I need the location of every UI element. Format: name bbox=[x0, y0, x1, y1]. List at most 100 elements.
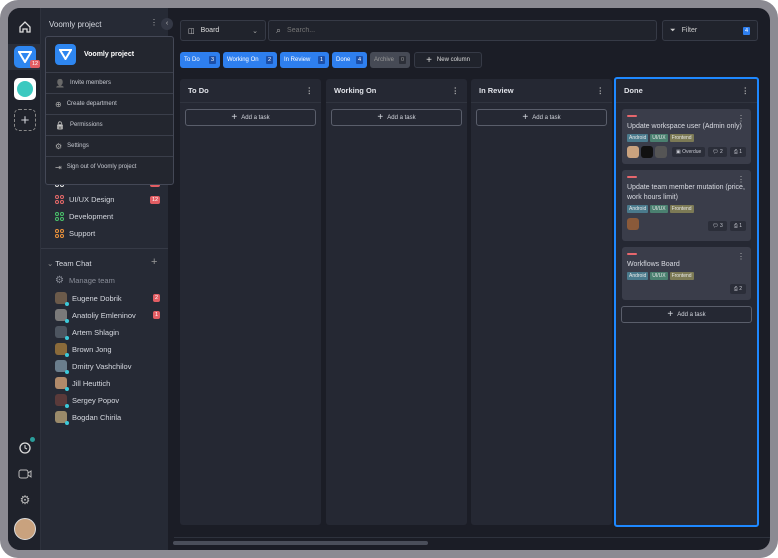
task-card[interactable]: ⋮ Workflows Board Android UI/UX Frontend ⎙ 2 bbox=[622, 247, 751, 300]
board-column: Done ⋮ ⋮ Update workspace user (Admin only)… bbox=[614, 77, 759, 527]
channel-item[interactable]: UI/UX Design bbox=[55, 195, 114, 204]
view-selector[interactable]: ◫ Board ⌄ bbox=[180, 20, 266, 41]
avatar bbox=[627, 218, 639, 230]
filter-button[interactable]: ⏷ Filter 4 bbox=[662, 20, 758, 41]
column-title: In Review bbox=[479, 86, 514, 95]
menu-item[interactable]: ⇥ Sign out of Voomly project bbox=[46, 156, 173, 177]
voomly-logo bbox=[55, 44, 76, 65]
tag: Frontend bbox=[669, 205, 694, 213]
sign-out-icon: ⇥ bbox=[55, 162, 62, 172]
lock-icon: 🔒 bbox=[55, 120, 65, 130]
tag: Frontend bbox=[669, 134, 694, 142]
card-menu-icon[interactable]: ⋮ bbox=[737, 175, 745, 184]
new-column-button[interactable]: + New column bbox=[414, 52, 482, 68]
gear-icon[interactable]: ⚙ bbox=[14, 489, 36, 511]
home-icon[interactable] bbox=[14, 16, 36, 38]
member-item[interactable]: Jill Heuttich bbox=[55, 377, 110, 391]
board-main: ◫Board⌄ ⌕ ⏷Filter4 To Do3Working On2In R… bbox=[168, 8, 770, 550]
attachments-count: ⎙ 1 bbox=[729, 147, 746, 157]
column-title: To Do bbox=[188, 86, 209, 95]
column-menu-icon[interactable]: ⋮ bbox=[742, 86, 750, 95]
add-workspace-icon[interactable]: + bbox=[14, 109, 36, 131]
column-pill[interactable]: To Do 3 bbox=[180, 52, 220, 68]
add-task-button[interactable]: + Add a task bbox=[331, 109, 462, 126]
card-menu-icon[interactable]: ⋮ bbox=[737, 252, 745, 261]
teal-app-logo[interactable] bbox=[14, 78, 36, 100]
channel-icon bbox=[55, 229, 64, 238]
card-title: Update workspace user (Admin only) bbox=[627, 123, 742, 130]
workspace-rail: 12 + ⚙ bbox=[8, 8, 41, 550]
column-pill[interactable]: Done 4 bbox=[332, 52, 367, 68]
avatar bbox=[55, 377, 69, 391]
filter-icon: ⏷ bbox=[670, 26, 676, 34]
tag: UI/UX bbox=[650, 205, 668, 213]
avatar bbox=[55, 360, 69, 374]
avatar bbox=[55, 292, 69, 306]
horizontal-scrollbar[interactable] bbox=[173, 541, 428, 545]
card-title: Update team member mutation (price, work… bbox=[627, 184, 745, 201]
avatar bbox=[55, 394, 69, 408]
channel-icon bbox=[55, 212, 64, 221]
menu-item[interactable]: ⚙ Settings bbox=[46, 135, 173, 156]
column-pill[interactable]: In Review 1 bbox=[280, 52, 329, 68]
plus-icon: + bbox=[231, 112, 238, 123]
tag: Frontend bbox=[669, 272, 694, 280]
user-avatar[interactable] bbox=[14, 518, 36, 540]
add-task-button[interactable]: + Add a task bbox=[476, 109, 607, 126]
search-input[interactable] bbox=[287, 27, 649, 34]
search-icon: ⌕ bbox=[276, 25, 282, 35]
member-item[interactable]: Artem Shlagin bbox=[55, 326, 119, 340]
unread-badge: 12 bbox=[150, 196, 161, 204]
plus-icon: + bbox=[522, 112, 529, 123]
manage-team[interactable]: ⚙ Manage team bbox=[55, 275, 115, 286]
column-menu-icon[interactable]: ⋮ bbox=[597, 86, 605, 95]
column-menu-icon[interactable]: ⋮ bbox=[452, 86, 460, 95]
comments-count: 💬︎ 2 bbox=[708, 147, 727, 157]
member-item[interactable]: Sergey Popov bbox=[55, 394, 119, 408]
search-box: ⌕ bbox=[268, 20, 657, 41]
avatar bbox=[55, 326, 69, 340]
team-chat-header[interactable]: ⌄ Team Chat bbox=[47, 259, 92, 268]
member-item[interactable]: Dmitry Vashchilov bbox=[55, 360, 131, 374]
more-icon[interactable]: ⋮ bbox=[150, 18, 158, 27]
avatar bbox=[55, 343, 69, 357]
add-task-button[interactable]: + Add a task bbox=[621, 306, 752, 323]
attachments-count: ⎙ 2 bbox=[729, 284, 746, 294]
chevron-down-icon: ⌄ bbox=[252, 27, 258, 35]
overdue-chip: ▣ Overdue bbox=[671, 147, 706, 157]
video-icon[interactable] bbox=[14, 463, 36, 485]
board-icon: ◫ bbox=[188, 27, 195, 35]
add-chat-icon[interactable]: + bbox=[151, 256, 157, 268]
unread-badge: 1 bbox=[153, 311, 161, 319]
filter-count: 4 bbox=[742, 26, 750, 35]
clock-icon[interactable] bbox=[14, 437, 36, 459]
task-card[interactable]: ⋮ Update workspace user (Admin only) Andro… bbox=[622, 109, 751, 164]
comments-count: 💬︎ 3 bbox=[708, 221, 727, 231]
column-pill[interactable]: Working On 2 bbox=[223, 52, 277, 68]
workspace-badge: 12 bbox=[30, 60, 41, 68]
menu-item[interactable]: 👤 Invite members bbox=[46, 72, 173, 93]
member-item[interactable]: Brown Jong bbox=[55, 343, 112, 357]
add-task-button[interactable]: + Add a task bbox=[185, 109, 316, 126]
menu-item[interactable]: 🔒 Permissions bbox=[46, 114, 173, 135]
member-item[interactable]: Bogdan Chirila bbox=[55, 411, 121, 425]
member-item[interactable]: Anatoliy Emleninov bbox=[55, 309, 136, 323]
column-menu-icon[interactable]: ⋮ bbox=[306, 86, 314, 95]
tag: UI/UX bbox=[650, 134, 668, 142]
card-menu-icon[interactable]: ⋮ bbox=[737, 114, 745, 123]
column-pill[interactable]: Archive 0 bbox=[370, 52, 410, 68]
board-column: In Review ⋮ + Add a task bbox=[471, 79, 612, 525]
invite-members-icon: 👤 bbox=[55, 78, 65, 88]
gear-icon: ⚙ bbox=[55, 275, 64, 286]
unread-badge: 2 bbox=[153, 294, 161, 302]
avatar bbox=[55, 309, 69, 323]
menu-item[interactable]: ⊕ Create department bbox=[46, 93, 173, 114]
priority-indicator bbox=[627, 176, 637, 178]
channel-item[interactable]: Support bbox=[55, 229, 95, 238]
project-dropdown-menu: Voomly project 👤 Invite members ⊕ Create de… bbox=[45, 36, 174, 185]
task-card[interactable]: ⋮ Update team member mutation (price, wor… bbox=[622, 170, 751, 241]
menu-title: Voomly project bbox=[84, 51, 135, 58]
member-item[interactable]: Eugene Dobrik bbox=[55, 292, 122, 306]
channel-item[interactable]: Development bbox=[55, 212, 113, 221]
plus-icon: + bbox=[426, 54, 432, 66]
